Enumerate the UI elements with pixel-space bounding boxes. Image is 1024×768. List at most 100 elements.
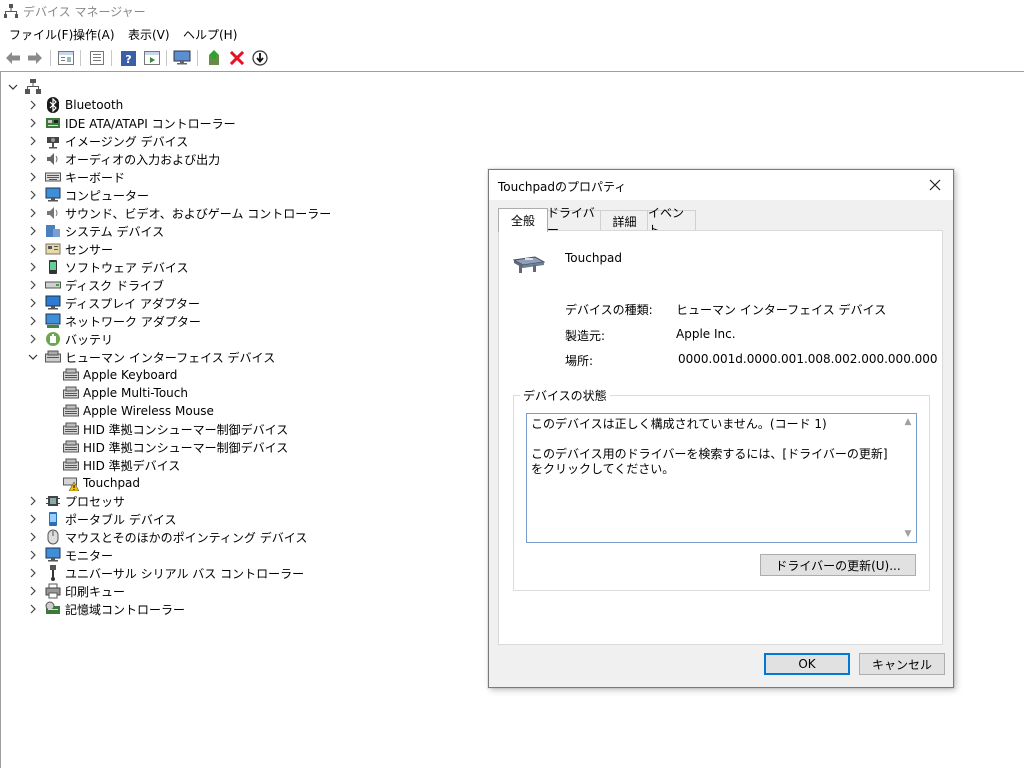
forward-icon[interactable] (25, 48, 45, 68)
chevron-right-icon[interactable] (27, 225, 39, 237)
tree-category[interactable]: IDE ATA/ATAPI コントローラー (27, 114, 236, 132)
properties-icon[interactable] (56, 48, 76, 68)
scroll-down-icon[interactable]: ▼ (903, 529, 913, 539)
tree-category[interactable]: マウスとそのほかのポインティング デバイス (27, 528, 307, 546)
tree-root[interactable] (7, 78, 45, 96)
chevron-right-icon[interactable] (27, 135, 39, 147)
tree-device[interactable]: Apple Multi-Touch (63, 384, 188, 402)
disable-icon[interactable] (250, 48, 270, 68)
chevron-right-icon[interactable] (27, 279, 39, 291)
tree-category[interactable]: ユニバーサル シリアル バス コントローラー (27, 564, 304, 582)
cancel-button[interactable]: キャンセル (859, 653, 945, 675)
tree-category[interactable]: ポータブル デバイス (27, 510, 176, 528)
menu-file[interactable]: ファイル(F) (9, 26, 73, 43)
tree-category[interactable]: ソフトウェア デバイス (27, 258, 188, 276)
tree-device[interactable]: Apple Wireless Mouse (63, 402, 214, 420)
chevron-down-icon[interactable] (7, 81, 19, 93)
tree-device[interactable]: Apple Keyboard (63, 366, 177, 384)
ide-controller-icon (45, 115, 61, 131)
tree-device[interactable]: Touchpad (63, 474, 140, 492)
bluetooth-icon (45, 97, 61, 113)
tab-details[interactable]: 詳細 (600, 210, 649, 231)
chevron-right-icon[interactable] (27, 117, 39, 129)
hid-device-icon (63, 367, 79, 383)
hid-device-icon (63, 439, 79, 455)
chevron-right-icon[interactable] (27, 243, 39, 255)
update-driver-icon[interactable] (204, 48, 224, 68)
tree-device[interactable]: HID 準拠コンシューマー制御デバイス (63, 438, 288, 456)
chevron-right-icon[interactable] (27, 333, 39, 345)
device-status-group: デバイスの状態 このデバイスは正しく構成されていません。(コード 1) このデバ… (513, 387, 930, 591)
tree-category[interactable]: イメージング デバイス (27, 132, 188, 150)
help-icon[interactable]: ? (118, 48, 138, 68)
window-title: デバイス マネージャー (23, 5, 146, 19)
display-adapter-icon (45, 295, 61, 311)
tree-category[interactable]: ディスク ドライブ (27, 276, 164, 294)
menu-action[interactable]: 操作(A) (73, 26, 115, 43)
scroll-up-icon[interactable]: ▲ (903, 417, 913, 427)
svg-text:?: ? (125, 53, 131, 66)
location-label: 場所: (565, 354, 594, 368)
tab-driver[interactable]: ドライバー (546, 206, 602, 237)
sensor-icon (45, 241, 61, 257)
chevron-right-icon[interactable] (27, 153, 39, 165)
tree-category[interactable]: ディスプレイ アダプター (27, 294, 200, 312)
tree-item-label: HID 準拠コンシューマー制御デバイス (83, 440, 289, 455)
tree-category[interactable]: システム デバイス (27, 222, 164, 240)
uninstall-icon[interactable] (227, 48, 247, 68)
tree-category[interactable]: 記憶域コントローラー (27, 600, 185, 618)
tree-device[interactable]: HID 準拠デバイス (63, 456, 180, 474)
tab-events[interactable]: イベント (647, 206, 696, 237)
chevron-right-icon[interactable] (27, 297, 39, 309)
tree-category[interactable]: サウンド、ビデオ、およびゲーム コントローラー (27, 204, 331, 222)
chevron-right-icon[interactable] (27, 207, 39, 219)
chevron-down-icon[interactable] (27, 351, 39, 363)
ok-button[interactable]: OK (764, 653, 850, 675)
device-status-textbox[interactable]: このデバイスは正しく構成されていません。(コード 1) このデバイス用のドライバ… (526, 413, 917, 543)
battery-icon (45, 331, 61, 347)
update-driver-button[interactable]: ドライバーの更新(U)... (760, 554, 916, 576)
chevron-right-icon[interactable] (27, 261, 39, 273)
speaker-icon (45, 151, 61, 167)
general-tab-panel: Touchpad デバイスの種類: ヒューマン インターフェイス デバイス 製造… (498, 230, 943, 645)
hid-device-icon (63, 403, 79, 419)
tree-category[interactable]: コンピューター (27, 186, 149, 204)
tree-category[interactable]: 印刷キュー (27, 582, 125, 600)
tree-category[interactable]: オーディオの入力および出力 (27, 150, 220, 168)
manufacturer-label: 製造元: (565, 329, 606, 343)
chevron-right-icon[interactable] (27, 603, 39, 615)
menu-help[interactable]: ヘルプ(H) (183, 26, 237, 43)
chevron-right-icon[interactable] (27, 495, 39, 507)
chevron-right-icon[interactable] (27, 315, 39, 327)
portable-device-icon (45, 511, 61, 527)
tree-category[interactable]: バッテリ (27, 330, 113, 348)
tab-general[interactable]: 全般 (498, 208, 548, 232)
chevron-right-icon[interactable] (27, 531, 39, 543)
chevron-right-icon[interactable] (27, 567, 39, 579)
tree-category[interactable]: Bluetooth (27, 96, 123, 114)
tree-category[interactable]: プロセッサ (27, 492, 125, 510)
tree-item-label: 記憶域コントローラー (65, 602, 186, 617)
tree-item-label: コンピューター (65, 188, 150, 203)
tree-category[interactable]: モニター (27, 546, 113, 564)
chevron-right-icon[interactable] (27, 549, 39, 561)
chevron-right-icon[interactable] (27, 171, 39, 183)
tree-category[interactable]: ネットワーク アダプター (27, 312, 201, 330)
tree-category[interactable]: ヒューマン インターフェイス デバイス (27, 348, 275, 366)
tree-category[interactable]: キーボード (27, 168, 125, 186)
chevron-right-icon[interactable] (27, 513, 39, 525)
monitor-icon[interactable] (172, 48, 192, 68)
tree-category[interactable]: センサー (27, 240, 113, 258)
action-pane-icon[interactable] (142, 48, 162, 68)
tree-device[interactable]: HID 準拠コンシューマー制御デバイス (63, 420, 288, 438)
computer-root-icon (25, 79, 41, 95)
camera-icon (45, 133, 61, 149)
tree-item-label: センサー (65, 242, 114, 257)
chevron-right-icon[interactable] (27, 189, 39, 201)
show-hide-icon[interactable] (87, 48, 107, 68)
close-icon[interactable] (925, 175, 945, 195)
chevron-right-icon[interactable] (27, 585, 39, 597)
chevron-right-icon[interactable] (27, 99, 39, 111)
menu-view[interactable]: 表示(V) (128, 26, 170, 43)
back-icon[interactable] (3, 48, 23, 68)
